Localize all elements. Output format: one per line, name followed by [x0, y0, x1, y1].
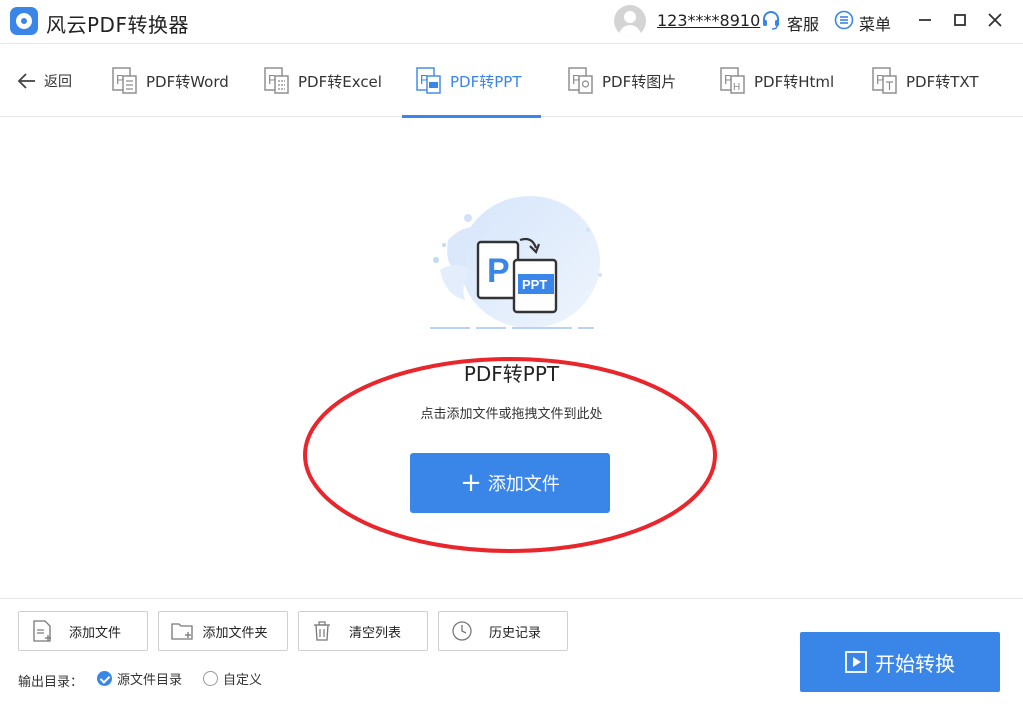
play-icon	[845, 651, 867, 673]
unchecked-radio-icon	[203, 671, 218, 686]
app-logo-icon	[10, 7, 38, 35]
start-conversion-button[interactable]: 开始转换	[800, 632, 1000, 692]
add-folder-icon	[171, 623, 193, 640]
headset-icon[interactable]	[762, 10, 780, 30]
plus-icon: +	[460, 468, 482, 498]
arrow-left-icon	[17, 73, 35, 89]
trash-icon	[314, 621, 330, 641]
tab-label: PDF转图片	[602, 72, 677, 91]
drop-hint: 点击添加文件或拖拽文件到此处	[420, 407, 603, 422]
tab-pdf-to-excel[interactable]: P PDF转Excel	[264, 45, 382, 117]
tab-pdf-to-txt[interactable]: P PDF转TXT	[872, 45, 979, 117]
svg-text:H: H	[733, 82, 740, 93]
svg-text:P: P	[487, 252, 510, 290]
history-button[interactable]: 历史记录	[438, 611, 568, 651]
tab-pdf-to-word[interactable]: P PDF转Word	[112, 45, 229, 117]
tab-pdf-to-image[interactable]: P PDF转图片	[568, 45, 676, 117]
radio-label: 源文件目录	[117, 673, 183, 688]
pdf-html-icon: P H	[720, 67, 745, 94]
radio-label: 自定义	[223, 673, 263, 688]
minimize-icon[interactable]	[915, 10, 935, 30]
bottom-toolbar: 添加文件 添加文件夹 清空列表 历史记录 输出目录： 源文件目录 自定义 开始转…	[0, 598, 1023, 710]
tab-label: PDF转PPT	[450, 72, 522, 91]
checked-radio-icon	[97, 671, 112, 686]
back-label: 返回	[44, 74, 72, 90]
tab-pdf-to-html[interactable]: P H PDF转Html	[720, 45, 834, 117]
pdf-ppt-icon: P	[416, 67, 441, 94]
title-bar: 风云PDF转换器 123****8910 客服 菜单	[0, 0, 1023, 44]
add-file-toolbar-button[interactable]: 添加文件	[18, 611, 148, 651]
tab-label: PDF转Html	[754, 72, 835, 91]
pdf-word-icon: P	[112, 67, 137, 94]
tab-label: PDF转TXT	[906, 72, 979, 91]
close-icon[interactable]	[985, 10, 1005, 30]
clear-list-button[interactable]: 清空列表	[298, 611, 428, 651]
avatar[interactable]	[614, 5, 646, 37]
clock-icon	[452, 621, 472, 641]
radio-source-directory[interactable]: 源文件目录	[97, 669, 182, 688]
start-conversion-label: 开始转换	[875, 651, 955, 676]
add-file-label: 添加文件	[487, 474, 560, 495]
maximize-icon[interactable]	[950, 10, 970, 30]
radio-custom-directory[interactable]: 自定义	[203, 669, 262, 688]
file-drop-area[interactable]: P PPT PDF转PPT 点击添加文件或拖拽文件到此处 + 添加文件	[0, 118, 1023, 598]
tab-label: PDF转Word	[146, 72, 229, 91]
add-folder-button[interactable]: 添加文件夹	[158, 611, 288, 651]
svg-text:PPT: PPT	[522, 277, 547, 292]
menu-icon[interactable]	[834, 10, 854, 30]
tab-label: PDF转Excel	[298, 72, 382, 91]
add-file-button[interactable]: + 添加文件	[410, 453, 610, 513]
history-label: 历史记录	[488, 625, 541, 641]
user-phone-link[interactable]: 123****8910	[657, 11, 760, 30]
pdf-txt-icon: P	[872, 67, 897, 94]
back-button[interactable]: 返回	[16, 69, 72, 93]
add-folder-label: 添加文件夹	[202, 625, 268, 641]
add-file-toolbar-label: 添加文件	[68, 625, 121, 641]
tab-pdf-to-ppt[interactable]: P PDF转PPT	[401, 45, 543, 118]
add-file-icon	[33, 620, 51, 642]
conversion-tab-bar: 返回 P PDF转Word P PDF转Excel P PDF转PPT P PD…	[0, 45, 1023, 118]
pdf-to-ppt-illustration: P PPT	[430, 196, 602, 329]
pdf-excel-icon: P	[264, 67, 289, 94]
pdf-image-icon: P	[568, 67, 593, 94]
app-title: 风云PDF转换器	[46, 13, 189, 37]
conversion-title: PDF转PPT	[463, 362, 560, 386]
menu-button[interactable]: 菜单	[859, 11, 891, 35]
output-directory-label: 输出目录：	[18, 675, 84, 690]
clear-list-label: 清空列表	[348, 625, 401, 641]
customer-service-button[interactable]: 客服	[787, 11, 819, 35]
